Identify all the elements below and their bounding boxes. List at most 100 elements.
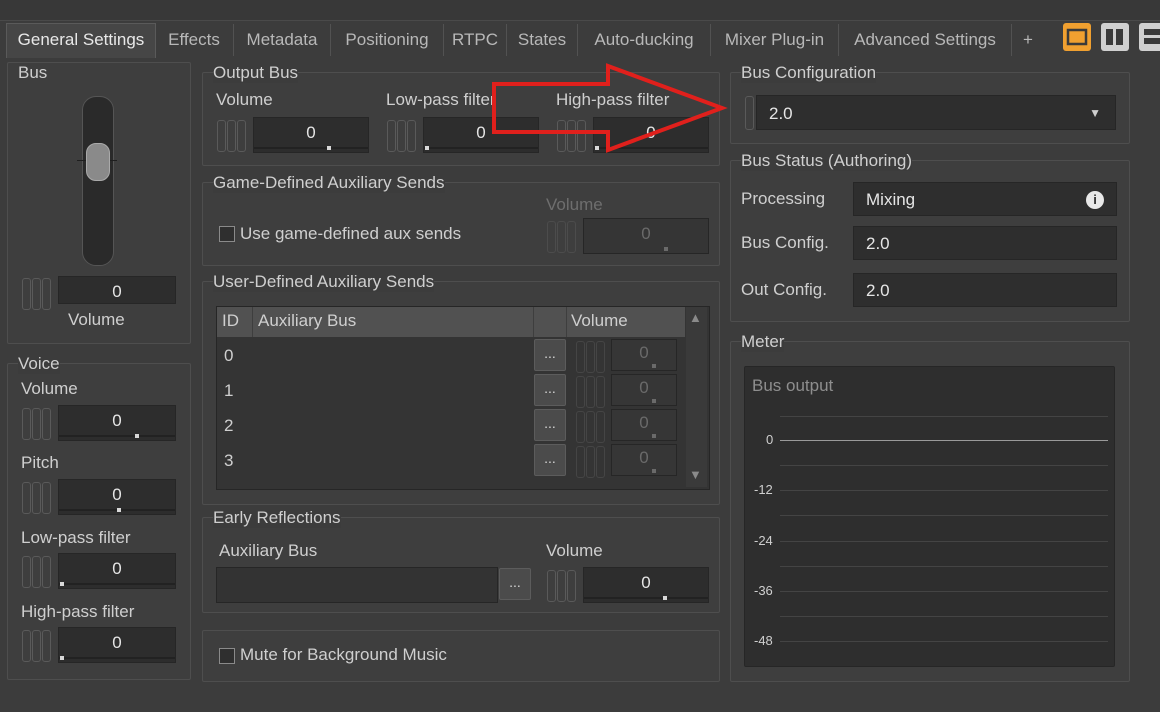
mute-bg-checkbox[interactable]: [219, 648, 235, 664]
header-divider: [533, 307, 534, 337]
meter-tick-label: -36: [754, 583, 773, 598]
meter-zero-line: [780, 440, 1108, 441]
processing-label: Processing: [741, 189, 826, 208]
col-header-aux-bus[interactable]: Auxiliary Bus: [258, 311, 356, 331]
browse-button[interactable]: ...: [534, 444, 566, 476]
bus-volume-knob[interactable]: [20, 274, 54, 310]
bus-config-status-label: Bus Config.: [741, 233, 829, 252]
voice-lpf-field[interactable]: 0: [58, 553, 176, 589]
info-icon[interactable]: i: [1086, 191, 1104, 209]
tab-bar: General Settings Effects Metadata Positi…: [0, 20, 1160, 58]
voice-group-label: Voice: [18, 354, 60, 374]
row-volume-field: 0: [611, 409, 677, 441]
row-volume-field: 0: [611, 374, 677, 406]
header-divider: [566, 307, 567, 337]
tab-effects[interactable]: Effects: [155, 24, 234, 56]
table-row-id: 0: [224, 346, 234, 365]
bus-config-dropdown[interactable]: 2.0 ▼: [756, 95, 1116, 130]
er-volume-label: Volume: [546, 541, 603, 560]
out-config-label: Out Config.: [741, 280, 827, 299]
output-bus-group-label: Output Bus: [213, 63, 299, 83]
early-reflections-group-label: Early Reflections: [213, 508, 341, 528]
annotation-arrow-icon: [492, 63, 728, 153]
game-aux-volume-label: Volume: [546, 195, 603, 214]
bus-meter-title: Bus output: [752, 376, 834, 395]
header-divider: [252, 307, 253, 337]
output-bus-lpf-label: Low-pass filter: [386, 90, 496, 109]
split-vertical-view-button[interactable]: [1101, 23, 1129, 51]
split-horizontal-view-button[interactable]: [1139, 23, 1160, 51]
er-volume-knob[interactable]: [545, 566, 579, 602]
table-row-id: 3: [224, 451, 234, 470]
game-aux-volume-knob: [545, 217, 579, 253]
tab-advanced-settings[interactable]: Advanced Settings: [839, 24, 1012, 56]
split-vertical-icon: [1106, 29, 1123, 45]
row-volume-field: 0: [611, 444, 677, 476]
voice-pitch-field[interactable]: 0: [58, 479, 176, 515]
table-row-id: 2: [224, 416, 234, 435]
bus-meter-panel: [744, 366, 1115, 667]
er-aux-bus-label: Auxiliary Bus: [219, 541, 318, 560]
mute-bg-label[interactable]: Mute for Background Music: [240, 645, 447, 665]
table-row-id: 1: [224, 381, 234, 400]
output-bus-volume-knob[interactable]: [215, 116, 249, 152]
bus-volume-label: Volume: [68, 310, 125, 329]
scroll-up-icon[interactable]: ▲: [689, 310, 702, 325]
voice-volume-field[interactable]: 0: [58, 405, 176, 441]
col-header-volume[interactable]: Volume: [571, 311, 628, 331]
bus-config-link-indicator: [745, 96, 754, 130]
output-bus-lpf-knob[interactable]: [385, 116, 419, 152]
tab-positioning[interactable]: Positioning: [331, 24, 444, 56]
voice-hpf-field[interactable]: 0: [58, 627, 176, 663]
chevron-down-icon: ▼: [1089, 106, 1101, 120]
voice-volume-knob[interactable]: [20, 404, 54, 440]
game-aux-checkbox[interactable]: [219, 226, 235, 242]
browse-button[interactable]: ...: [534, 374, 566, 406]
row-volume-field: 0: [611, 339, 677, 371]
er-aux-bus-field[interactable]: [216, 567, 498, 603]
tab-rtpc[interactable]: RTPC: [444, 24, 507, 56]
processing-field: Mixing i: [853, 182, 1117, 216]
voice-lpf-label: Low-pass filter: [21, 528, 131, 547]
tab-add[interactable]: +: [1012, 24, 1044, 56]
row-volume-knob: [574, 337, 608, 373]
bus-group-label: Bus: [18, 63, 48, 82]
game-aux-checkbox-label[interactable]: Use game-defined aux sends: [240, 224, 461, 244]
meter-group-label: Meter: [741, 332, 785, 352]
user-aux-scrollbar[interactable]: [686, 307, 707, 487]
output-bus-volume-label: Volume: [216, 90, 273, 109]
er-volume-field[interactable]: 0: [583, 567, 709, 603]
voice-pitch-knob[interactable]: [20, 478, 54, 514]
single-pane-icon: [1066, 28, 1088, 46]
col-header-id[interactable]: ID: [222, 311, 239, 331]
output-bus-volume-field[interactable]: 0: [253, 117, 369, 153]
meter-tick-label: -48: [754, 633, 773, 648]
user-aux-group-label: User-Defined Auxiliary Sends: [213, 272, 435, 292]
browse-button[interactable]: ...: [534, 409, 566, 441]
er-browse-button[interactable]: ...: [499, 568, 531, 600]
tab-states[interactable]: States: [507, 24, 578, 56]
row-volume-knob: [574, 407, 608, 443]
game-aux-group-label: Game-Defined Auxiliary Sends: [213, 173, 445, 193]
row-volume-knob: [574, 372, 608, 408]
scroll-down-icon[interactable]: ▼: [689, 467, 702, 482]
single-pane-view-button[interactable]: [1063, 23, 1091, 51]
browse-button[interactable]: ...: [534, 339, 566, 371]
tab-mixer-plugin[interactable]: Mixer Plug-in: [711, 24, 839, 56]
row-volume-knob: [574, 442, 608, 478]
bus-config-group-label: Bus Configuration: [741, 63, 877, 83]
bus-volume-fader-handle[interactable]: [86, 143, 110, 181]
meter-tick-label: -24: [754, 533, 773, 548]
bus-config-status-field: 2.0: [853, 226, 1117, 260]
tab-general-settings[interactable]: General Settings: [6, 23, 156, 58]
meter-tick-label: 0: [766, 432, 774, 447]
voice-volume-label: Volume: [21, 379, 78, 398]
out-config-field: 2.0: [853, 273, 1117, 307]
bus-status-group-label: Bus Status (Authoring): [741, 151, 913, 171]
voice-hpf-knob[interactable]: [20, 626, 54, 662]
voice-lpf-knob[interactable]: [20, 552, 54, 588]
bus-volume-fader[interactable]: [82, 96, 114, 266]
tab-auto-ducking[interactable]: Auto-ducking: [578, 24, 711, 56]
bus-volume-field[interactable]: 0: [58, 276, 176, 304]
tab-metadata[interactable]: Metadata: [234, 24, 331, 56]
